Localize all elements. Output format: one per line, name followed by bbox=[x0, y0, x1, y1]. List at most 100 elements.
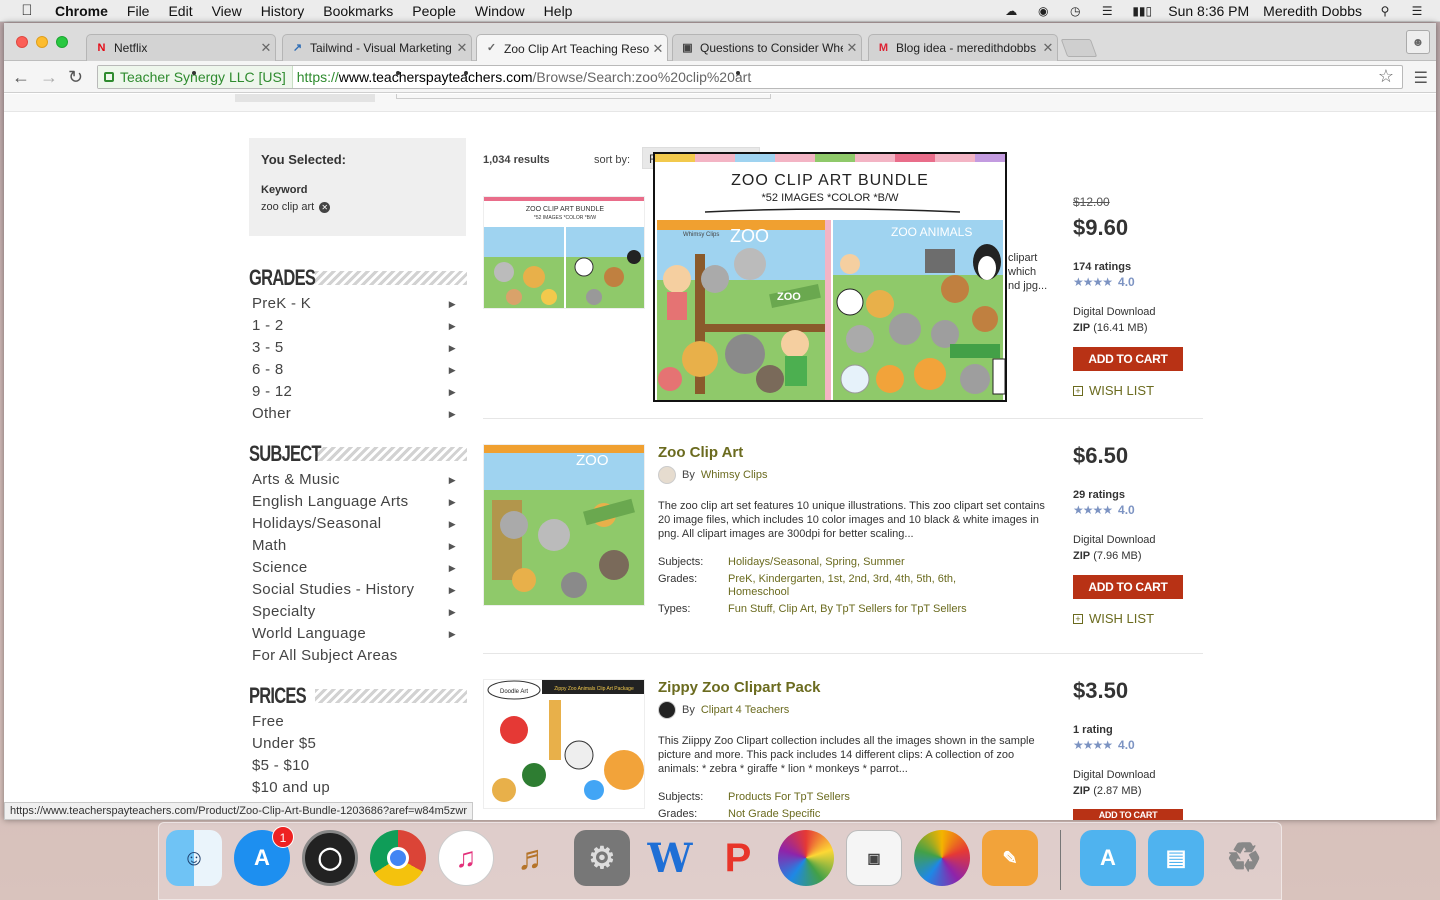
menu-app-chrome[interactable]: Chrome bbox=[55, 3, 108, 19]
finder-icon[interactable]: ☺ bbox=[166, 830, 222, 886]
seller-avatar[interactable] bbox=[658, 701, 676, 719]
secure-badge[interactable]: Teacher Synergy LLC [US] bbox=[98, 66, 293, 88]
menubar-user[interactable]: Meredith Dobbs bbox=[1263, 3, 1362, 19]
facet-grade-9-12[interactable]: 9 - 12 ▶ bbox=[252, 381, 456, 403]
notification-center-icon[interactable]: ☰ bbox=[1408, 4, 1426, 18]
facet-subject-science[interactable]: Science ▶ bbox=[252, 557, 456, 579]
time-machine-icon[interactable]: ◷ bbox=[1066, 4, 1084, 18]
battery-icon[interactable]: ▮▮▯ bbox=[1130, 4, 1154, 18]
photos-icon[interactable] bbox=[914, 830, 970, 886]
facet-grade-1-2[interactable]: 1 - 2 ▶ bbox=[252, 315, 456, 337]
mac-menubar:  Chrome File Edit View History Bookmark… bbox=[0, 0, 1440, 22]
tab-tailwind[interactable]: ↗ Tailwind - Visual Marketing ✕ bbox=[282, 34, 472, 61]
close-window-button[interactable] bbox=[16, 36, 28, 48]
status-app-icon[interactable]: ◉ bbox=[1034, 4, 1052, 18]
garageband-icon[interactable]: ♬ bbox=[506, 830, 562, 886]
close-icon[interactable]: ✕ bbox=[843, 40, 861, 56]
facet-price-5-10[interactable]: $5 - $10 bbox=[252, 755, 456, 777]
facet-grade-prek-k[interactable]: PreK - K ▶ bbox=[252, 293, 456, 315]
new-tab-button[interactable] bbox=[1060, 39, 1098, 57]
menu-window[interactable]: Window bbox=[475, 3, 525, 19]
add-to-cart-button[interactable]: ADD TO CART bbox=[1073, 809, 1183, 820]
facet-subject-arts-music[interactable]: Arts & Music ▶ bbox=[252, 469, 456, 491]
chrome-menu-icon[interactable]: ☰ bbox=[1414, 68, 1428, 88]
facet-price-10-up[interactable]: $10 and up bbox=[252, 777, 456, 799]
system-preferences-icon[interactable]: ⚙ bbox=[574, 830, 630, 886]
close-icon[interactable]: ✕ bbox=[649, 41, 667, 57]
facet-subject-ela[interactable]: English Language Arts ▶ bbox=[252, 491, 456, 513]
close-icon[interactable]: ✕ bbox=[1039, 40, 1057, 56]
apple-menu-icon[interactable]:  bbox=[16, 2, 38, 19]
powerpoint-icon[interactable]: P bbox=[710, 830, 766, 886]
reload-icon[interactable]: ↻ bbox=[68, 67, 83, 88]
menu-help[interactable]: Help bbox=[544, 3, 573, 19]
chrome-icon[interactable] bbox=[370, 830, 426, 886]
wish-list-button[interactable]: + WISH LIST bbox=[1073, 383, 1154, 398]
wifi-icon[interactable]: ☰ bbox=[1098, 4, 1116, 18]
seller-avatar[interactable] bbox=[658, 466, 676, 484]
address-bar[interactable]: Teacher Synergy LLC [US] https://www.tea… bbox=[97, 65, 1403, 89]
facet-subject-holidays[interactable]: Holidays/Seasonal ▶ bbox=[252, 513, 456, 535]
preview-icon[interactable]: ▣ bbox=[846, 830, 902, 886]
menu-file[interactable]: File bbox=[127, 3, 150, 19]
close-icon[interactable]: ✕ bbox=[453, 40, 471, 56]
product-thumbnail-zippy-zoo[interactable]: Zippy Zoo Animals Clip Art Package Doodl… bbox=[483, 679, 645, 809]
meta-value-links[interactable]: Holidays/Seasonal, Spring, Summer bbox=[728, 556, 988, 569]
facet-grade-6-8[interactable]: 6 - 8 ▶ bbox=[252, 359, 456, 381]
minimize-window-button[interactable] bbox=[36, 36, 48, 48]
url-text[interactable]: https://www.teacherspayteachers.com/Brow… bbox=[293, 69, 751, 85]
facet-subject-math[interactable]: Math ▶ bbox=[252, 535, 456, 557]
meta-value-links[interactable]: Not Grade Specific bbox=[728, 808, 988, 820]
keyword-label: Keyword bbox=[261, 184, 308, 196]
tab-netflix[interactable]: N Netflix ✕ bbox=[86, 34, 276, 61]
meta-value-links[interactable]: Fun Stuff, Clip Art, By TpT Sellers for … bbox=[728, 603, 968, 616]
photo-app-icon[interactable] bbox=[778, 830, 834, 886]
forward-arrow-icon[interactable]: → bbox=[40, 67, 58, 88]
dashboard-icon[interactable]: ◯ bbox=[302, 830, 358, 886]
facet-grade-other[interactable]: Other ▶ bbox=[252, 403, 456, 425]
add-to-cart-button[interactable]: ADD TO CART bbox=[1073, 575, 1183, 599]
meta-value-links[interactable]: PreK, Kindergarten, 1st, 2nd, 3rd, 4th, … bbox=[728, 573, 988, 599]
wish-list-button[interactable]: + WISH LIST bbox=[1073, 611, 1154, 626]
profile-icon[interactable]: ☻ bbox=[1406, 30, 1430, 54]
spotlight-search-icon[interactable]: ⚲ bbox=[1376, 4, 1394, 18]
facet-grade-3-5[interactable]: 3 - 5 ▶ bbox=[252, 337, 456, 359]
word-icon[interactable]: W bbox=[642, 830, 698, 886]
header-search-box[interactable] bbox=[396, 94, 771, 99]
tab-questions[interactable]: ▣ Questions to Consider Whe ✕ bbox=[672, 34, 862, 61]
product-title-zoo-clip-art[interactable]: Zoo Clip Art bbox=[658, 444, 743, 461]
product-thumbnail-zoo-bundle[interactable]: ZOO CLIP ART BUNDLE *52 IMAGES *COLOR *B… bbox=[483, 196, 645, 309]
menu-people[interactable]: People bbox=[412, 3, 456, 19]
seller-link[interactable]: Whimsy Clips bbox=[701, 469, 768, 481]
menu-history[interactable]: History bbox=[261, 3, 305, 19]
itunes-icon[interactable]: ♫ bbox=[438, 830, 494, 886]
documents-folder-icon[interactable]: ▤ bbox=[1148, 830, 1204, 886]
popup-zoo-sign: ZOO bbox=[777, 291, 801, 303]
menu-edit[interactable]: Edit bbox=[168, 3, 192, 19]
zoom-window-button[interactable] bbox=[56, 36, 68, 48]
facet-subject-all[interactable]: For All Subject Areas bbox=[252, 645, 456, 667]
facet-subject-social-studies[interactable]: Social Studies - History ▶ bbox=[252, 579, 456, 601]
menu-view[interactable]: View bbox=[212, 3, 242, 19]
applications-folder-icon[interactable]: A bbox=[1080, 830, 1136, 886]
meta-value-links[interactable]: Products For TpT Sellers bbox=[728, 791, 988, 804]
tab-gmail[interactable]: M Blog idea - meredithdobbs ✕ bbox=[868, 34, 1058, 61]
product-title-zippy-zoo[interactable]: Zippy Zoo Clipart Pack bbox=[658, 679, 821, 696]
tab-zoo-clip-art[interactable]: ✓ Zoo Clip Art Teaching Reso ✕ bbox=[476, 34, 668, 62]
menu-bookmarks[interactable]: Bookmarks bbox=[323, 3, 393, 19]
add-to-cart-button[interactable]: ADD TO CART bbox=[1073, 347, 1183, 371]
product-thumbnail-zoo-clip-art[interactable]: ZOO bbox=[483, 444, 645, 606]
facet-price-free[interactable]: Free bbox=[252, 711, 456, 733]
facet-subject-specialty[interactable]: Specialty ▶ bbox=[252, 601, 456, 623]
facet-subject-world-language[interactable]: World Language ▶ bbox=[252, 623, 456, 645]
pages-icon[interactable]: ✎ bbox=[982, 830, 1038, 886]
seller-link[interactable]: Clipart 4 Teachers bbox=[701, 704, 789, 716]
creative-cloud-icon[interactable]: ☁ bbox=[1002, 4, 1020, 18]
back-arrow-icon[interactable]: ← bbox=[12, 67, 30, 88]
close-icon[interactable]: ✕ bbox=[257, 40, 275, 56]
bookmark-star-icon[interactable]: ☆ bbox=[1378, 66, 1394, 87]
remove-filter-icon[interactable]: ✕ bbox=[319, 201, 331, 213]
facet-price-under-5[interactable]: Under $5 bbox=[252, 733, 456, 755]
trash-icon[interactable]: ♻ bbox=[1216, 830, 1272, 886]
menubar-clock[interactable]: Sun 8:36 PM bbox=[1168, 3, 1249, 19]
